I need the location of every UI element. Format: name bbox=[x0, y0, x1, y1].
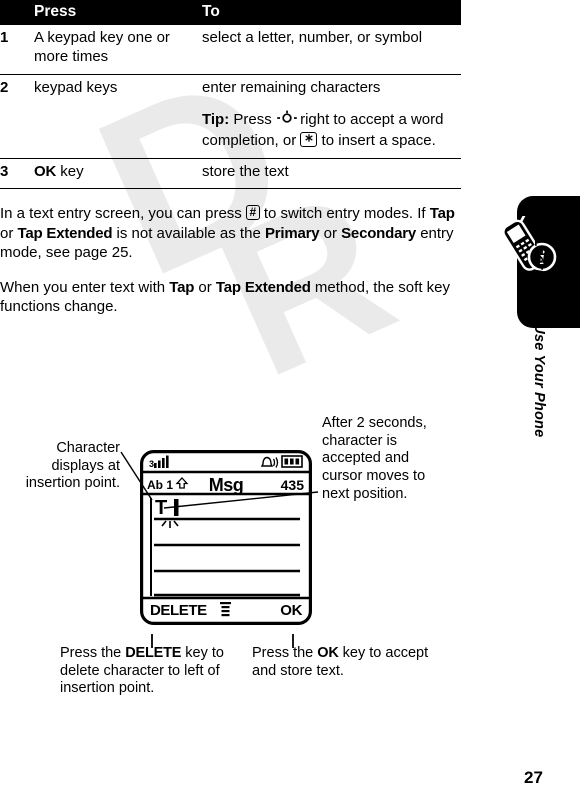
steps-table: Press To 1 A keypad key one or more time… bbox=[0, 0, 461, 190]
softkey-delete[interactable]: DELETE bbox=[150, 602, 208, 619]
step-press: keypad keys bbox=[34, 74, 202, 159]
chapter-title: Learning to Use Your Phone bbox=[531, 238, 547, 438]
tip-label: Tip: bbox=[202, 111, 230, 129]
table-row: 1 A keypad key one or more times select … bbox=[0, 25, 461, 75]
paragraph-entry-modes: In a text entry screen, you can press # … bbox=[0, 204, 462, 263]
p1-part-e: or bbox=[319, 224, 342, 242]
callout-after-2-seconds: After 2 seconds, character is accepted a… bbox=[322, 415, 427, 502]
delete-key-label: DELETE bbox=[125, 645, 182, 661]
table-header-press: Press bbox=[34, 0, 202, 25]
step-to: store the text bbox=[202, 158, 461, 190]
chapter-sidebar: i Learning to Use Your Phone 27 bbox=[492, 0, 580, 811]
p2-part-a: When you enter text with bbox=[0, 278, 170, 296]
step-number: 3 bbox=[0, 158, 34, 190]
mode-indicator: Ab 1 bbox=[147, 478, 173, 492]
callout-delete-key: Press the DELETE key to delete character… bbox=[60, 645, 245, 698]
step-to: select a letter, number, or symbol bbox=[202, 25, 461, 75]
term-tap: Tap bbox=[169, 278, 195, 296]
tip-post: to insert a space. bbox=[317, 132, 436, 150]
p1-part-a: In a text entry screen, you can press bbox=[0, 205, 246, 223]
asterisk-key-icon bbox=[300, 132, 318, 148]
p1-part-b: to switch entry modes. If bbox=[259, 205, 430, 223]
ok-key-suffix: key bbox=[56, 162, 84, 180]
term-primary: Primary bbox=[264, 224, 320, 242]
step-to-text: enter remaining characters bbox=[202, 78, 381, 96]
text-cursor bbox=[174, 499, 179, 516]
navigation-key-icon bbox=[276, 110, 297, 131]
screen-title: Msg bbox=[209, 475, 244, 495]
term-tap: Tap bbox=[429, 205, 455, 223]
phone-screen-mockup: 3 Ab 1 Msg 435 T DELETE OK bbox=[140, 450, 313, 626]
phone-screen-svg: 3 Ab 1 Msg 435 T DELETE OK bbox=[140, 450, 313, 626]
callout-br-a: Press the bbox=[252, 645, 318, 661]
ok-key-label: OK bbox=[317, 645, 339, 661]
ok-key-label: OK bbox=[34, 162, 57, 180]
step-press: A keypad key one or more times bbox=[34, 25, 202, 75]
svg-text:3: 3 bbox=[149, 459, 154, 469]
paragraph-softkeys: When you enter text with Tap or Tap Exte… bbox=[0, 278, 462, 317]
table-row: 2 keypad keys enter remaining characters… bbox=[0, 74, 461, 159]
term-tap-extended: Tap Extended bbox=[215, 278, 311, 296]
page-number: 27 bbox=[524, 768, 543, 787]
tip-block: Tip: Press right to accept a word comple… bbox=[202, 110, 455, 151]
step-press: OK key bbox=[34, 158, 202, 190]
step-number: 1 bbox=[0, 25, 34, 75]
term-secondary: Secondary bbox=[341, 224, 417, 242]
callout-bl-a: Press the bbox=[60, 645, 126, 661]
tip-pre: Press bbox=[229, 111, 276, 129]
table-header-row: Press To bbox=[0, 0, 461, 25]
term-tap-extended: Tap Extended bbox=[17, 224, 113, 242]
callout-ok-key: Press the OK key to accept and store tex… bbox=[252, 645, 437, 680]
p1-part-c: or bbox=[0, 224, 18, 242]
phone-info-icon: i bbox=[496, 214, 560, 278]
pound-key-icon: # bbox=[245, 205, 260, 221]
step-to: enter remaining characters Tip: Press ri… bbox=[202, 74, 461, 159]
table-header-to: To bbox=[202, 0, 461, 25]
p1-part-d: is not available as the bbox=[112, 224, 265, 242]
softkey-ok[interactable]: OK bbox=[280, 602, 303, 619]
callout-character-displays: Character displays at insertion point. bbox=[25, 440, 120, 492]
p2-part-b: or bbox=[194, 278, 216, 296]
table-header-num bbox=[0, 0, 34, 25]
char-count: 435 bbox=[281, 477, 305, 493]
entered-character: T bbox=[155, 497, 167, 519]
page-content: Press To 1 A keypad key one or more time… bbox=[0, 0, 492, 317]
step-number: 2 bbox=[0, 74, 34, 159]
table-row: 3 OK key store the text bbox=[0, 158, 461, 190]
